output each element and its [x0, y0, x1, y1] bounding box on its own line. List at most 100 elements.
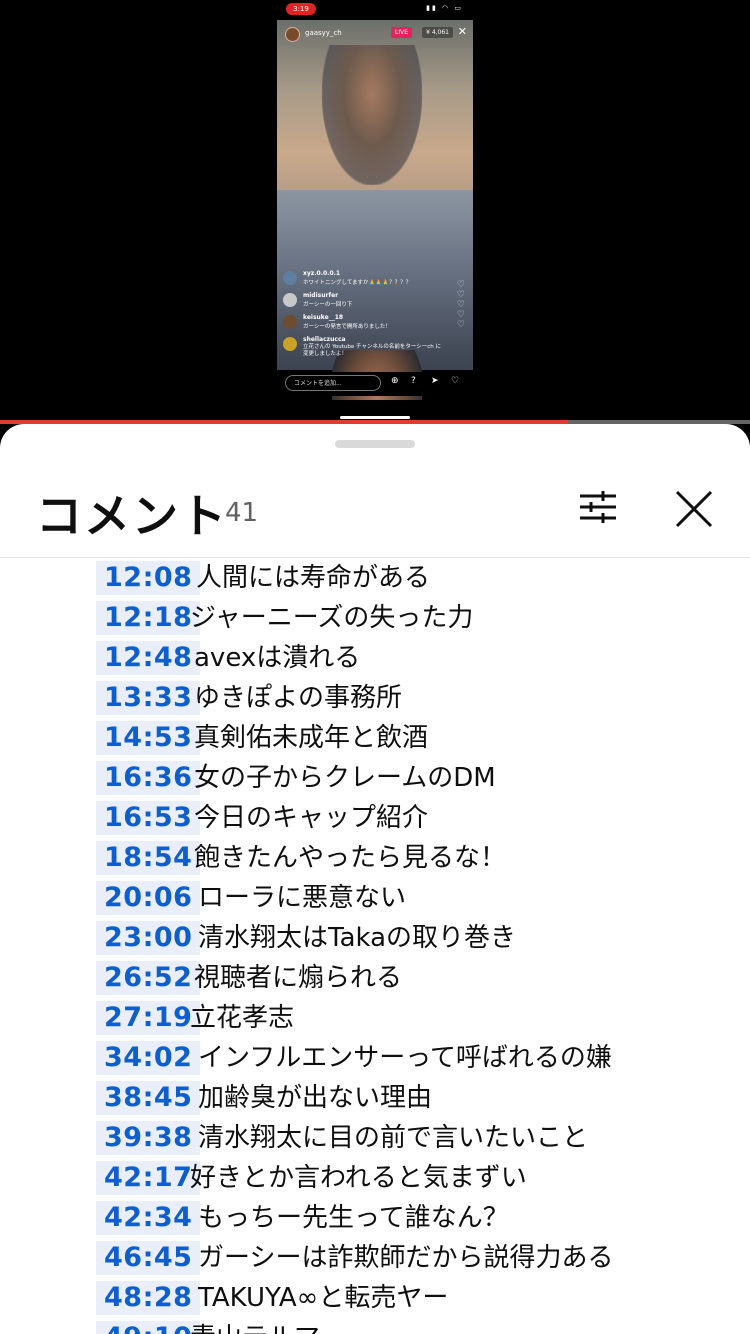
chapter-title: 女の子からクレームのDM: [194, 763, 496, 793]
live-chat: xyz.0.0.0.1 ホワイトニングしてますか🙏🙏🙏？？？？ midisurf…: [283, 270, 443, 358]
chapter-timestamp-link[interactable]: 18:54: [96, 841, 201, 875]
chapter-timestamp-link[interactable]: 38:45: [96, 1081, 201, 1115]
viewer-count: ¥ 4,061: [422, 27, 453, 38]
close-icon[interactable]: [673, 488, 715, 530]
chapter-timestamp-link[interactable]: 12:48: [96, 641, 201, 675]
stream-header: gaasyy_ch LIVE ¥ 4,061 ✕: [283, 25, 467, 42]
chapter-title: ジャーニーズの失った力: [190, 603, 474, 633]
chapter-timestamp-link[interactable]: 39:38: [96, 1121, 201, 1155]
chat-text: ガーシーの一回り下: [303, 302, 353, 308]
chapter-row[interactable]: 13:33 ゆきぽよの事務所: [0, 678, 750, 718]
chapter-timestamp-link[interactable]: 12:18: [96, 601, 201, 635]
chapter-row[interactable]: 14:53 真剣佑未成年と飲酒: [0, 718, 750, 758]
chapter-row[interactable]: 12:48 avexは潰れる: [0, 638, 750, 678]
status-icons: ▮▮ ◠ ▭: [426, 4, 463, 12]
chapter-timestamp-link[interactable]: 16:36: [96, 761, 201, 795]
chapter-row[interactable]: 42:17 好きとか言われると気まずい: [0, 1158, 750, 1198]
chapter-title: 立花孝志: [190, 1003, 295, 1033]
chat-message: shellaczucca 立花さんの Youtube チャンネルの名前をターシー…: [283, 336, 443, 358]
chapter-row[interactable]: 16:53 今日のキャップ紹介: [0, 798, 750, 838]
add-icon: ⊕: [391, 376, 399, 386]
chapter-title: 好きとか言われると気まずい: [190, 1163, 527, 1193]
chat-username: keisuke__18: [303, 314, 344, 321]
question-icon: ?: [411, 376, 416, 386]
send-icon: ➤: [431, 376, 439, 386]
chapter-timestamp-link[interactable]: 48:28: [96, 1281, 201, 1315]
chapter-title: 視聴者に煽られる: [194, 963, 403, 993]
chapter-row[interactable]: 12:18 ジャーニーズの失った力: [0, 598, 750, 638]
chapter-row[interactable]: 49:10青山テルマ: [0, 1318, 750, 1334]
comment-count: 41: [225, 498, 259, 528]
chapter-timestamp-link[interactable]: 42:17: [96, 1161, 201, 1195]
chapter-title: 今日のキャップ紹介: [194, 803, 429, 833]
streamer-avatar: [285, 27, 300, 42]
chapter-timestamp-link[interactable]: 26:52: [96, 961, 201, 995]
chapter-title: 飽きたんやったら見るな！: [194, 843, 507, 873]
chapter-timestamp-link[interactable]: 14:53: [96, 721, 201, 755]
heart-icon: ♡: [451, 376, 460, 386]
video-player[interactable]: 3:19 ▮▮ ◠ ▭ gaasyy_ch LIVE ¥ 4,061 ✕ xyz…: [0, 0, 750, 420]
chapter-title: 真剣佑未成年と飲酒: [194, 723, 429, 753]
chat-message: keisuke__18 ガーシーの発言で開所ありました！: [283, 314, 443, 336]
chapter-row[interactable]: 34:02 インフルエンサーって呼ばれるの嫌: [0, 1038, 750, 1078]
stream-recording: 3:19 ▮▮ ◠ ▭ gaasyy_ch LIVE ¥ 4,061 ✕ xyz…: [277, 0, 473, 400]
chapter-row[interactable]: 38:45 加齢臭が出ない理由: [0, 1078, 750, 1118]
chat-username: midisurfer: [303, 292, 339, 299]
chapter-title: 青山テルマ: [190, 1321, 320, 1334]
heart-icon: ♡ ♡ ♡ ♡ ♡: [456, 280, 465, 330]
chapter-title: 加齢臭が出ない理由: [198, 1083, 433, 1113]
chat-message: midisurfer ガーシーの一回り下: [283, 292, 443, 314]
chapter-row[interactable]: 26:52 視聴者に煽られる: [0, 958, 750, 998]
avatar: [283, 337, 297, 351]
chapter-title: TAKUYA∞と転売ヤー: [198, 1283, 449, 1313]
filter-icon[interactable]: [578, 490, 618, 524]
chat-message: xyz.0.0.0.1 ホワイトニングしてますか🙏🙏🙏？？？？: [283, 270, 443, 292]
chapter-title: avexは潰れる: [194, 643, 361, 673]
avatar: [283, 315, 297, 329]
chapter-title: 人間には寿命がある: [196, 563, 431, 593]
stream-comment-bar: コメントを追加... ⊕ ? ➤ ♡: [277, 372, 473, 396]
drag-handle[interactable]: [335, 440, 415, 448]
chapter-timestamp-link[interactable]: 20:06: [96, 881, 201, 915]
chapter-timestamp-link[interactable]: 16:53: [96, 801, 201, 835]
status-time: 3:19: [286, 3, 316, 15]
phone-status-bar: 3:19 ▮▮ ◠ ▭: [277, 0, 473, 18]
avatar: [283, 293, 297, 307]
chapter-title: ゆきぽよの事務所: [194, 683, 403, 713]
close-icon: ✕: [457, 25, 467, 38]
sheet-title: コメント: [36, 489, 228, 543]
live-badge: LIVE: [390, 27, 412, 38]
chapter-row[interactable]: 16:36 女の子からクレームのDM: [0, 758, 750, 798]
chat-text: ガーシーの発言で開所ありました！: [303, 324, 391, 330]
chapter-title: 清水翔太に目の前で言いたいこと: [198, 1123, 589, 1153]
chapter-row[interactable]: 46:45 ガーシーは詐欺師だから説得力ある: [0, 1238, 750, 1278]
chapter-timestamp-link[interactable]: 12:08: [96, 561, 201, 595]
chapter-timestamp-link[interactable]: 46:45: [96, 1241, 201, 1275]
chapter-row[interactable]: 12:08 人間には寿命がある: [0, 558, 750, 598]
streamer-username: gaasyy_ch: [305, 29, 342, 37]
chapter-timestamp-link[interactable]: 23:00: [96, 921, 201, 955]
chapter-row[interactable]: 20:06 ローラに悪意ない: [0, 878, 750, 918]
chapter-timestamp-link[interactable]: 27:19: [96, 1001, 201, 1035]
chapter-title: 清水翔太はTakaの取り巻き: [198, 923, 517, 953]
stream-comment-input: コメントを追加...: [285, 375, 381, 391]
comments-sheet: コメント 41 12:08 人間には寿命がある 12:18 ジャーニーズの失った力 12…: [0, 424, 750, 1334]
chat-username: xyz.0.0.0.1: [303, 270, 341, 277]
chapter-row[interactable]: 23:00 清水翔太はTakaの取り巻き: [0, 918, 750, 958]
chapter-title: ローラに悪意ない: [198, 883, 407, 913]
streamer-image: [322, 45, 422, 185]
chapter-row[interactable]: 42:34 もっちー先生って誰なん？: [0, 1198, 750, 1238]
chapter-timestamp-link[interactable]: 34:02: [96, 1041, 201, 1075]
chapter-row[interactable]: 48:28 TAKUYA∞と転売ヤー: [0, 1278, 750, 1318]
chapter-timestamp-link[interactable]: 42:34: [96, 1201, 201, 1235]
chapter-row[interactable]: 18:54 飽きたんやったら見るな！: [0, 838, 750, 878]
chapter-timestamp-link[interactable]: 49:10: [96, 1321, 201, 1334]
chapter-title: もっちー先生って誰なん？: [198, 1203, 509, 1233]
avatar: [283, 271, 297, 285]
chapter-title: インフルエンサーって呼ばれるの嫌: [198, 1043, 612, 1073]
chat-text: 立花さんの Youtube チャンネルの名前をターシーch に変更しましたよ！: [303, 344, 441, 357]
chapter-row[interactable]: 27:19 立花孝志: [0, 998, 750, 1038]
scrub-handle[interactable]: [340, 416, 410, 419]
chapter-row[interactable]: 39:38 清水翔太に目の前で言いたいこと: [0, 1118, 750, 1158]
chapter-timestamp-link[interactable]: 13:33: [96, 681, 201, 715]
